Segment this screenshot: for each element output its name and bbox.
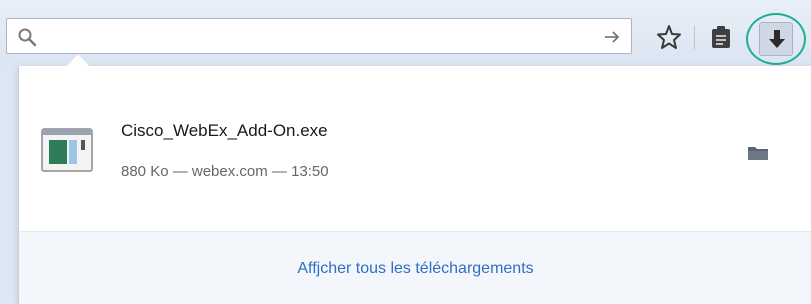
downloads-button-face[interactable] (759, 22, 793, 56)
file-name[interactable]: Cisco_WebEx_Add-On.exe (121, 121, 328, 141)
search-icon (18, 28, 37, 47)
toolbar-separator (694, 26, 695, 50)
address-bar[interactable] (6, 18, 632, 54)
downloads-popup: Cisco_WebEx_Add-On.exe 880 Ko — webex.co… (18, 66, 811, 304)
clipboard-icon[interactable] (708, 24, 734, 50)
executable-file-icon (41, 128, 93, 172)
browser-toolbar (0, 0, 811, 66)
downloads-footer: Affjcher tous les téléchargements (19, 231, 811, 304)
star-icon[interactable] (656, 24, 682, 50)
arrow-right-icon[interactable] (603, 28, 621, 46)
download-item[interactable]: Cisco_WebEx_Add-On.exe 880 Ko — webex.co… (19, 66, 811, 231)
show-all-downloads-link[interactable]: Affjcher tous les téléchargements (19, 260, 811, 278)
address-input[interactable] (49, 23, 593, 51)
file-meta: 880 Ko — webex.com — 13:50 (121, 163, 329, 180)
download-arrow-icon (769, 30, 785, 48)
downloads-button[interactable] (746, 13, 806, 65)
folder-icon[interactable] (747, 144, 769, 162)
